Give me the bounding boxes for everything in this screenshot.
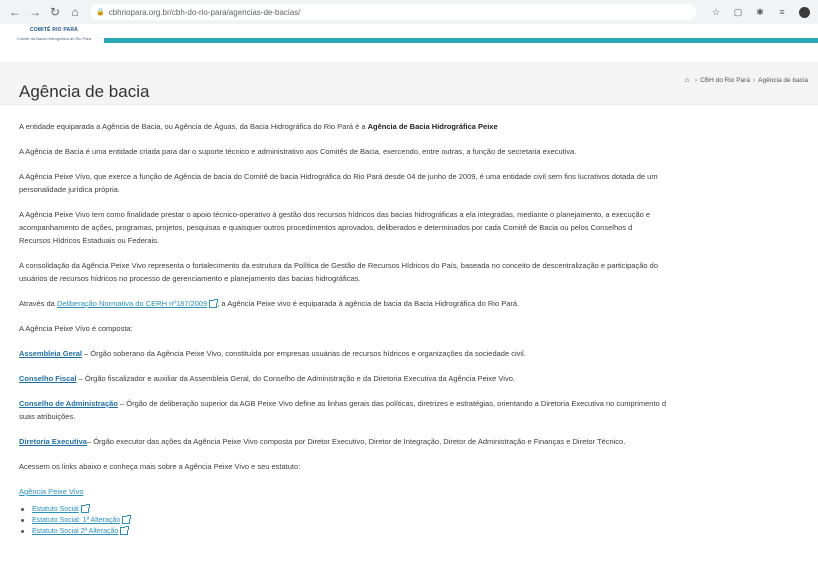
forward-arrow-icon[interactable]: →: [28, 5, 42, 19]
paragraph-intro: A entidade equiparada a Agência de Bacia…: [19, 122, 498, 131]
agencia-peixe-vivo-link[interactable]: Agência Peixe Vivo: [19, 487, 84, 496]
statute-list: Estatuto Social Estatuto Social: 1ª Alte…: [19, 504, 818, 537]
paragraph-consolidation-l2: usuários de recursos hídricos no process…: [19, 274, 361, 283]
external-link-icon[interactable]: [209, 299, 219, 309]
main-content: A entidade equiparada a Agência de Bacia…: [19, 104, 818, 537]
external-link-icon[interactable]: [120, 526, 130, 536]
agency-link-row: Agência Peixe Vivo: [19, 485, 818, 498]
breadcrumb-item-current: Agência de bacia: [758, 77, 808, 84]
paragraph-purpose-l1: A Agência Peixe Vivo tem como finalidade…: [19, 210, 651, 219]
breadcrumb: ⌂ › CBH do Rio Pará › Agência de bacia: [685, 77, 808, 84]
paragraph-function-l1: A Agência Peixe Vivo, que exerce a funçã…: [19, 172, 658, 181]
list-item: Estatuto Social: 1ª Alteração: [19, 515, 818, 526]
statute-link[interactable]: Estatuto Social 2ª Alteração: [32, 528, 118, 535]
extension-icon[interactable]: ▢: [733, 7, 743, 17]
logo-subtitle: Comitê da Bacia Hidrográfica do Rio Pará: [16, 36, 92, 41]
paragraph-purpose-l3: Recursos Hídricos Estaduais ou Federais.: [19, 236, 160, 245]
reload-icon[interactable]: ↻: [48, 5, 62, 19]
profile-avatar[interactable]: [799, 6, 810, 18]
breadcrumb-separator: ›: [752, 77, 756, 84]
home-icon[interactable]: ⌂: [68, 5, 82, 19]
star-icon[interactable]: ☆: [711, 7, 721, 17]
statute-link[interactable]: Estatuto Social: 1ª Alteração: [32, 517, 120, 524]
paragraph-consolidation-l1: A consolidação da Agência Peixe Vivo rep…: [19, 261, 659, 270]
list-item: Estatuto Social 2ª Alteração: [19, 526, 818, 537]
browser-toolbar: ← → ↻ ⌂ 🔒 cbhriopara.org.br/cbh-do-rio-p…: [0, 0, 818, 25]
paragraph-composition: A Agência Peixe Vivo é composta:: [19, 324, 133, 333]
diretoria-executiva-link[interactable]: Diretoria Executiva: [19, 437, 87, 446]
item-conselho-adm-l2: suas atribuições.: [19, 412, 76, 421]
conselho-administracao-link[interactable]: Conselho de Administração: [19, 399, 118, 408]
title-band: Agência de bacia ⌂ › CBH do Rio Pará › A…: [0, 62, 818, 105]
paragraph-access: Acessem os links abaixo e conheça mais s…: [19, 462, 301, 471]
item-assembleia: Assembleia Geral – Órgão soberano da Agê…: [19, 349, 526, 358]
paragraph-purpose-l2: acompanhamento de ações, programas, proj…: [19, 223, 633, 232]
external-link-icon[interactable]: [122, 515, 132, 525]
assembleia-geral-link[interactable]: Assembleia Geral: [19, 349, 82, 358]
paragraph-definition: A Agência de Bacia é uma entidade criada…: [19, 147, 577, 156]
home-icon[interactable]: ⌂: [685, 77, 689, 84]
back-arrow-icon[interactable]: ←: [8, 5, 22, 19]
paragraph-function-l2: personalidade jurídica própria.: [19, 185, 120, 194]
reading-list-icon[interactable]: ≡: [777, 7, 787, 17]
external-link-icon[interactable]: [80, 504, 90, 514]
site-header: COMITÊ RIO PARÁ Comitê da Bacia Hidrográ…: [0, 24, 818, 62]
statute-link[interactable]: Estatuto Social: [32, 506, 79, 513]
address-text: cbhriopara.org.br/cbh-do-rio-para/agenci…: [108, 7, 301, 17]
conselho-fiscal-link[interactable]: Conselho Fiscal: [19, 374, 77, 383]
header-accent-bar: [104, 38, 818, 43]
address-bar[interactable]: 🔒 cbhriopara.org.br/cbh-do-rio-para/agen…: [90, 4, 696, 20]
item-diretoria: Diretoria Executiva– Órgão executor das …: [19, 437, 626, 446]
item-conselho-fiscal: Conselho Fiscal – Órgão fiscalizador e a…: [19, 374, 515, 383]
puzzle-icon[interactable]: ✱: [755, 7, 765, 17]
paragraph-deliberation: Através da Deliberação Normativa do CERH…: [19, 299, 520, 309]
agency-name: Agência de Bacia Hidrográfica Peixe: [367, 122, 498, 131]
page-title: Agência de bacia: [19, 82, 150, 102]
logo-title: COMITÊ RIO PARÁ: [30, 27, 78, 33]
lock-icon: 🔒: [96, 9, 105, 16]
breadcrumb-separator: ›: [694, 77, 698, 84]
site-logo[interactable]: COMITÊ RIO PARÁ Comitê da Bacia Hidrográ…: [8, 27, 100, 41]
item-conselho-adm-l1: Conselho de Administração – Órgão de del…: [19, 399, 666, 408]
list-item: Estatuto Social: [19, 504, 818, 515]
breadcrumb-item-cbh[interactable]: CBH do Rio Pará: [700, 77, 750, 84]
deliberation-link[interactable]: Deliberação Normativa do CERH nº187/2009: [57, 299, 207, 308]
